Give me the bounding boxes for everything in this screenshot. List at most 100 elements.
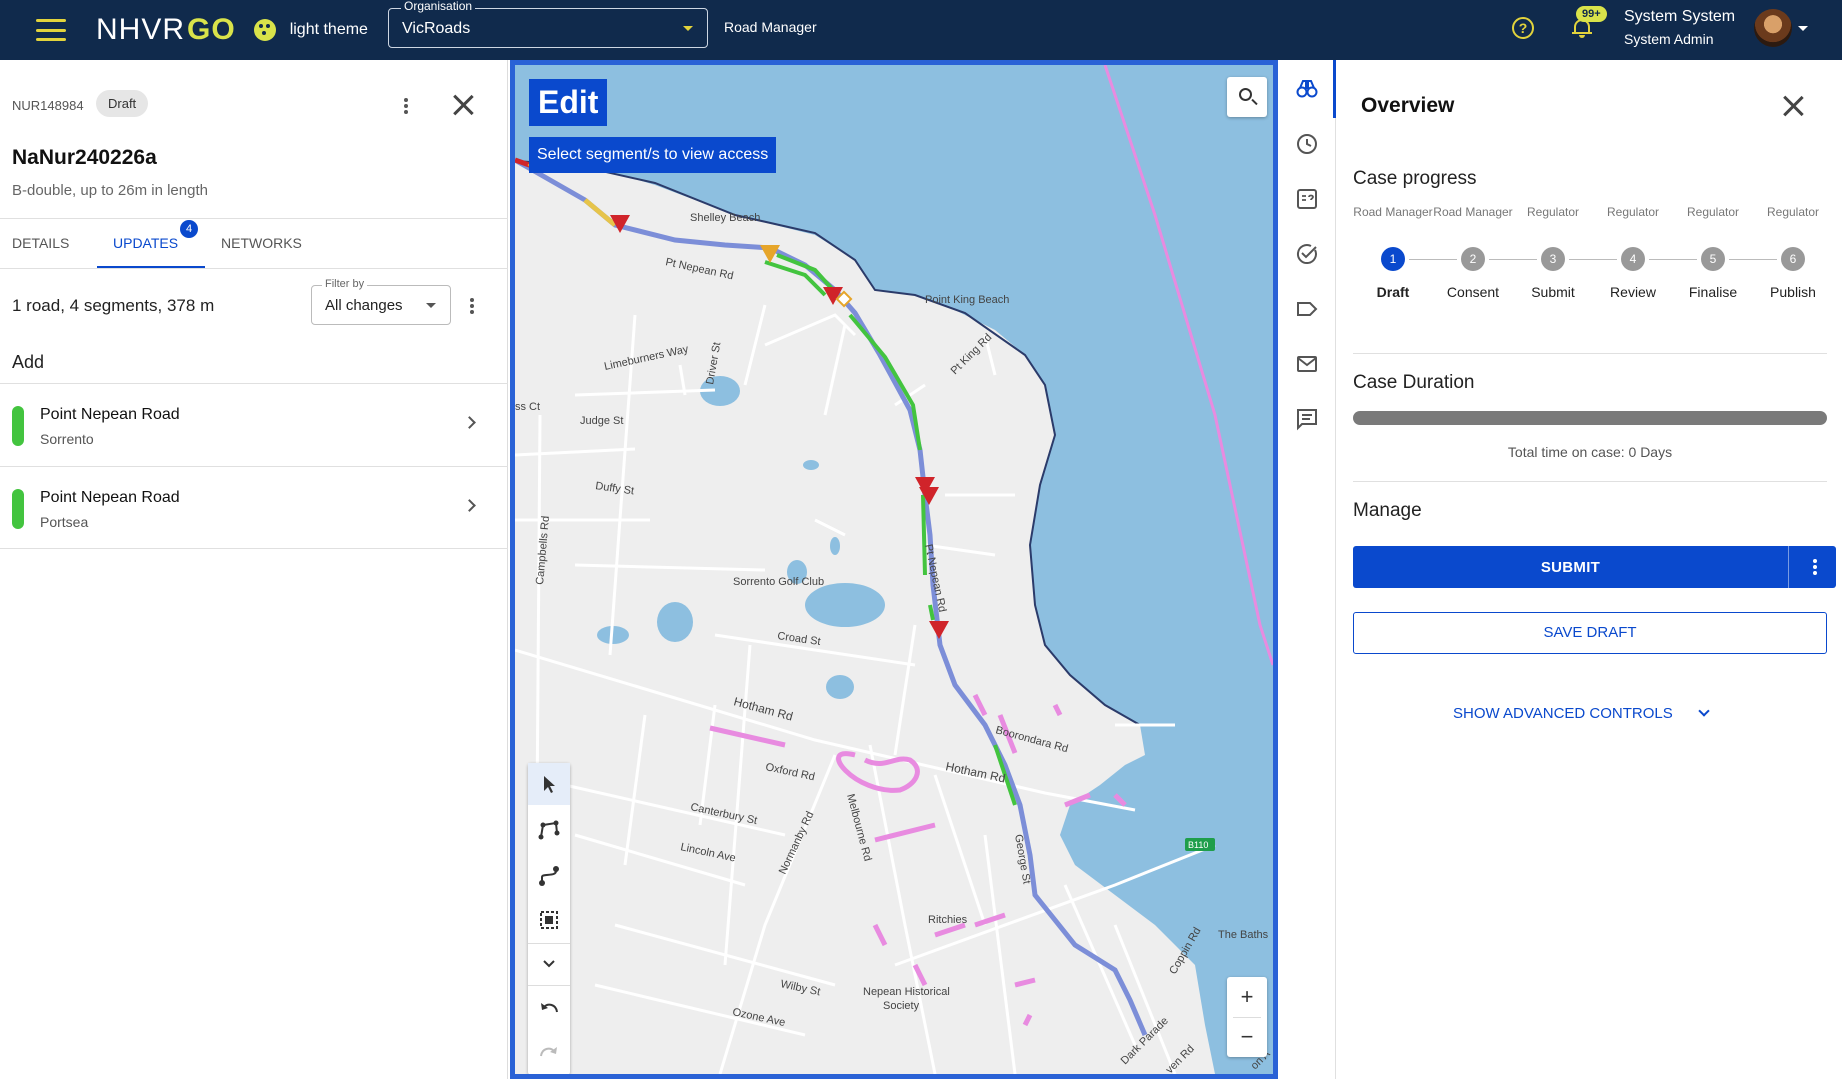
- step-role: Road Manager: [1353, 205, 1433, 219]
- route-tool[interactable]: [528, 855, 570, 897]
- step-draft: Road Manager 1 Draft: [1353, 205, 1433, 300]
- step-number: 3: [1541, 247, 1565, 271]
- divider: [1353, 353, 1827, 354]
- step-label: Publish: [1770, 284, 1816, 300]
- filter-value: All changes: [325, 297, 403, 314]
- undo-icon: [541, 1003, 558, 1013]
- user-name: System System: [1624, 8, 1736, 25]
- filter-more-options-icon[interactable]: [462, 296, 482, 316]
- road-locality: Portsea: [40, 514, 89, 530]
- route-icon: [539, 866, 559, 886]
- step-label: Submit: [1531, 284, 1575, 300]
- avatar[interactable]: [1754, 9, 1792, 47]
- step-consent: Road Manager 2 Consent: [1433, 205, 1513, 300]
- map-label: Shelley Beach: [690, 212, 760, 224]
- palette-icon[interactable]: [253, 19, 276, 41]
- close-overview-icon[interactable]: [1782, 95, 1804, 117]
- case-duration-heading: Case Duration: [1353, 372, 1475, 393]
- step-role: Regulator: [1606, 205, 1660, 219]
- binoculars-icon[interactable]: [1295, 77, 1319, 101]
- map-label: Melbourne Rd: [844, 793, 873, 863]
- select-pointer-tool[interactable]: [528, 763, 570, 805]
- check-circle-icon[interactable]: [1295, 242, 1319, 266]
- filter-legend: Filter by: [322, 278, 368, 290]
- map-view[interactable]: B110 Shelley Beach Pt Nepean Rd Point Ki…: [510, 60, 1278, 1079]
- list-item[interactable]: Point Nepean Road Sorrento: [0, 383, 508, 466]
- road-segment-yellow: [583, 198, 617, 227]
- lake: [830, 537, 840, 555]
- filter-select[interactable]: Filter by All changes: [311, 278, 451, 325]
- submit-more-options-icon[interactable]: [1805, 557, 1825, 577]
- redo-button[interactable]: [528, 1031, 570, 1073]
- map-label: Pt King Rd: [949, 331, 995, 377]
- case-progress-stepper: Road Manager 1 Draft Road Manager 2 Cons…: [1353, 205, 1833, 305]
- overview-panel: Overview Case progress Road Manager 1 Dr…: [1337, 60, 1842, 1079]
- case-name: NaNur240226a: [12, 146, 157, 169]
- manage-heading: Manage: [1353, 500, 1422, 521]
- chevron-down-icon: [543, 960, 555, 968]
- quiz-icon[interactable]: [1295, 187, 1319, 211]
- tab-networks[interactable]: NETWORKS: [221, 235, 302, 251]
- help-icon[interactable]: ?: [1512, 17, 1534, 39]
- step-role: Road Manager: [1433, 205, 1513, 219]
- hamburger-menu-icon[interactable]: [36, 19, 66, 41]
- chevron-right-icon: [463, 499, 476, 512]
- save-draft-button[interactable]: SAVE DRAFT: [1353, 612, 1827, 654]
- theme-toggle-label[interactable]: light theme: [290, 21, 368, 39]
- divider: [1353, 481, 1827, 482]
- zoom-out-button[interactable]: −: [1227, 1017, 1267, 1057]
- polyline-tool[interactable]: [528, 809, 570, 851]
- step-label: Review: [1610, 284, 1656, 300]
- show-advanced-controls-button[interactable]: SHOW ADVANCED CONTROLS: [1453, 705, 1673, 722]
- organisation-select[interactable]: Organisation VicRoads: [388, 0, 708, 48]
- submit-label: SUBMIT: [1540, 559, 1601, 576]
- case-id: NUR148984: [12, 98, 84, 113]
- lake: [826, 675, 854, 699]
- pointer-arrow-icon: [544, 776, 555, 793]
- map-search-button[interactable]: [1227, 77, 1267, 117]
- map-label: Pt Nepean Rd: [664, 256, 734, 282]
- close-case-icon[interactable]: [452, 94, 474, 116]
- map-label: Judge St: [580, 415, 623, 427]
- active-rail-indicator: [1333, 60, 1336, 118]
- case-duration-text: Total time on case: 0 Days: [1507, 444, 1673, 460]
- case-duration-bar: [1353, 411, 1827, 425]
- map-label: Sorrento Golf Club: [733, 576, 824, 588]
- step-number: 4: [1621, 247, 1645, 271]
- step-role: Regulator: [1686, 205, 1740, 219]
- step-role: Regulator: [1766, 205, 1820, 219]
- map-canvas[interactable]: B110 Shelley Beach Pt Nepean Rd Point Ki…: [515, 65, 1273, 1074]
- road-name: Point Nepean Road: [40, 489, 180, 506]
- expand-tools-button[interactable]: [528, 943, 570, 985]
- list-item[interactable]: Point Nepean Road Portsea: [0, 466, 508, 549]
- step-label: Finalise: [1688, 284, 1738, 300]
- history-icon[interactable]: [1295, 132, 1319, 156]
- logo-main-text: NHVR: [96, 13, 186, 46]
- user-menu-caret-icon[interactable]: [1798, 26, 1808, 31]
- undo-button[interactable]: [528, 987, 570, 1029]
- chevron-down-icon[interactable]: [1698, 705, 1710, 717]
- submit-button[interactable]: SUBMIT: [1353, 546, 1836, 588]
- segment-color-bar: [12, 406, 24, 446]
- status-badge: Draft: [96, 90, 149, 117]
- comment-icon[interactable]: [1295, 407, 1319, 431]
- step-number: 6: [1781, 247, 1805, 271]
- zoom-in-button[interactable]: +: [1227, 977, 1267, 1017]
- zoom-controls: + −: [1227, 977, 1267, 1057]
- map-label: Boorondara Rd: [994, 724, 1069, 755]
- map-label: Nepean Historical: [863, 986, 950, 998]
- step-number: 2: [1461, 247, 1485, 271]
- nhvr-go-logo[interactable]: NHVR GO: [96, 13, 236, 47]
- logo-accent-text: GO: [187, 13, 236, 46]
- label-icon[interactable]: [1295, 297, 1319, 321]
- case-panel: NUR148984 Draft NaNur240226a B-double, u…: [0, 60, 508, 1079]
- map-label: Point King Beach: [925, 294, 1009, 306]
- side-tool-rail: [1278, 60, 1336, 1079]
- area-select-tool[interactable]: [528, 899, 570, 941]
- step-finalise: Regulator 5 Finalise: [1673, 205, 1753, 300]
- tab-updates[interactable]: UPDATES: [113, 235, 178, 251]
- case-more-options-icon[interactable]: [396, 96, 416, 116]
- tab-details[interactable]: DETAILS: [12, 235, 69, 251]
- mail-icon[interactable]: [1295, 352, 1319, 376]
- road-update-list: Point Nepean Road Sorrento Point Nepean …: [0, 383, 508, 549]
